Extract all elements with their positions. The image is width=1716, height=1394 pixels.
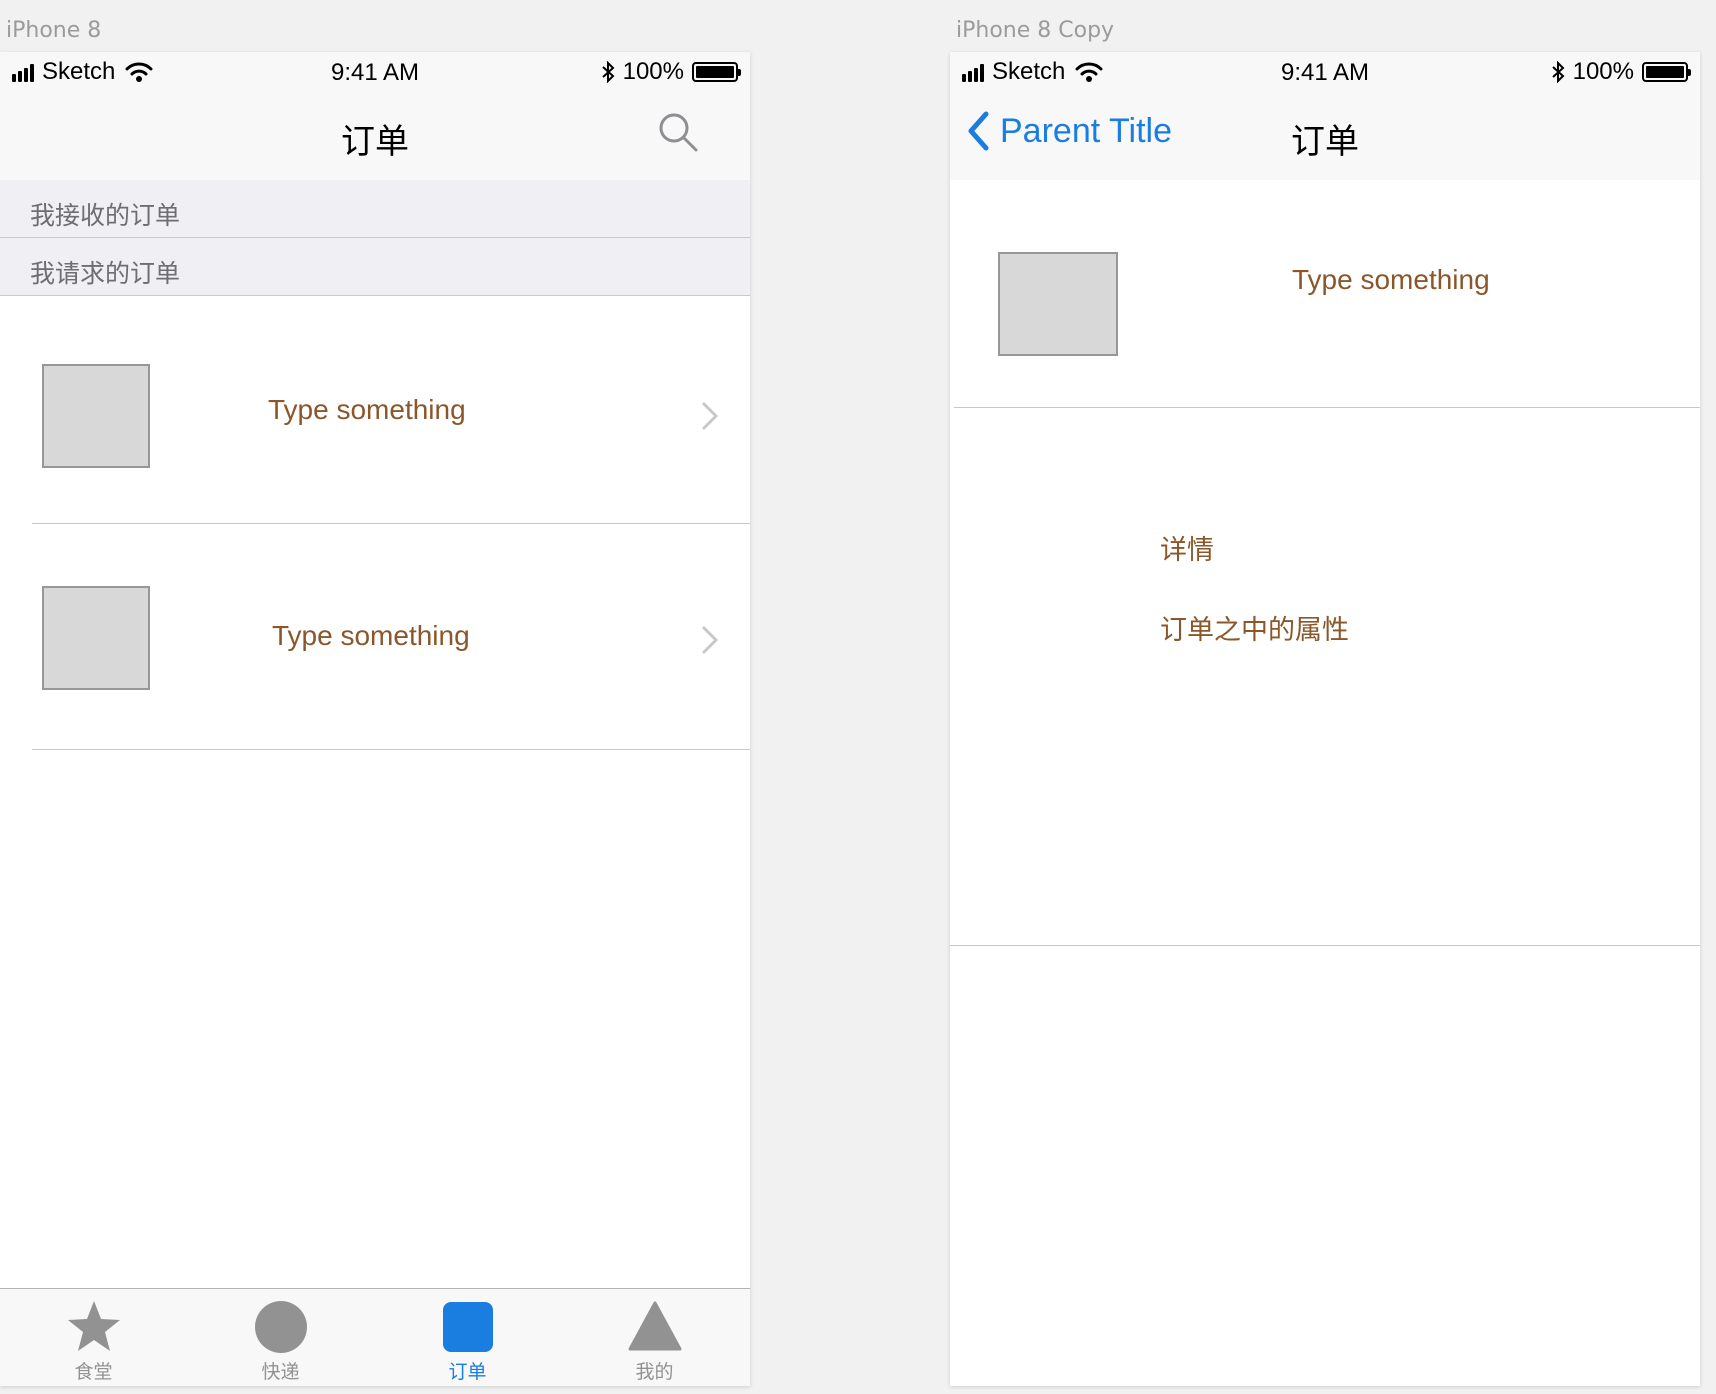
list-item[interactable]: Type something xyxy=(0,524,750,750)
status-bar: Sketch 9:41 AM 100% xyxy=(0,52,750,92)
tab-bar: 食堂 快递 订单 我的 xyxy=(0,1288,750,1386)
bluetooth-icon xyxy=(601,61,615,83)
page-title: 订单 xyxy=(341,122,409,162)
phone-screen-order-detail: Sketch 9:41 AM 100% Parent Title 订单 Type… xyxy=(950,52,1700,1386)
tab-label: 食堂 xyxy=(74,1361,113,1383)
battery-icon xyxy=(1642,62,1691,82)
tab-label: 我的 xyxy=(635,1361,674,1383)
artboard-label-iphone-8: iPhone 8 xyxy=(6,18,102,43)
status-bar: Sketch 9:41 AM 100% xyxy=(950,52,1700,92)
section-received-orders[interactable]: 我接收的订单 xyxy=(0,180,750,238)
section-label: 我接收的订单 xyxy=(30,201,181,230)
battery-percent: 100% xyxy=(622,58,684,85)
row-title: Type something xyxy=(268,394,466,425)
tab-canteen[interactable]: 食堂 xyxy=(0,1289,187,1386)
tab-mine[interactable]: 我的 xyxy=(561,1289,748,1386)
battery-percent: 100% xyxy=(1572,58,1634,85)
section-requested-orders[interactable]: 我请求的订单 xyxy=(0,238,750,296)
battery-icon xyxy=(692,62,741,82)
thumbnail-placeholder xyxy=(998,252,1118,356)
tab-label: 订单 xyxy=(448,1361,487,1383)
artboard-label-iphone-8-copy: iPhone 8 Copy xyxy=(956,18,1115,43)
bluetooth-icon xyxy=(1551,61,1565,83)
navigation-bar: 订单 xyxy=(0,92,750,180)
section-separator xyxy=(950,945,1700,946)
tab-delivery[interactable]: 快递 xyxy=(187,1289,374,1386)
row-title: Type something xyxy=(1292,264,1490,295)
row-title: Type something xyxy=(272,620,470,651)
thumbnail-placeholder xyxy=(42,364,150,468)
search-icon[interactable] xyxy=(656,110,700,154)
chevron-right-icon xyxy=(702,626,718,654)
list-item[interactable]: Type something xyxy=(0,296,750,524)
detail-heading: 详情 xyxy=(1160,535,1214,566)
detail-attributes: 订单之中的属性 xyxy=(1160,615,1349,646)
order-summary-row: Type something xyxy=(950,180,1700,408)
tab-label: 快递 xyxy=(261,1361,300,1383)
star-icon xyxy=(67,1301,120,1351)
triangle-icon xyxy=(628,1301,681,1351)
page-title: 订单 xyxy=(1291,122,1359,162)
navigation-bar: Parent Title 订单 xyxy=(950,92,1700,180)
chevron-right-icon xyxy=(702,402,718,430)
square-icon xyxy=(442,1302,493,1352)
tab-orders[interactable]: 订单 xyxy=(374,1289,561,1386)
phone-screen-orders-list: Sketch 9:41 AM 100% 订单 我接收的订单 我请求的订单 Typ… xyxy=(0,52,750,1386)
row-separator xyxy=(954,407,1700,408)
section-label: 我请求的订单 xyxy=(30,259,181,288)
row-separator xyxy=(32,749,750,750)
thumbnail-placeholder xyxy=(42,586,150,690)
circle-icon xyxy=(254,1301,307,1353)
